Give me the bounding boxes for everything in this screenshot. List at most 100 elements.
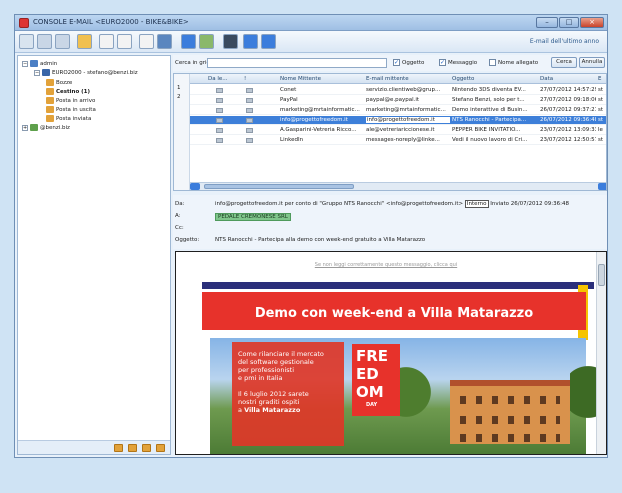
promo-line: Il 6 luglio 2012 sarete (238, 390, 309, 398)
scroll-left-icon[interactable] (190, 183, 200, 190)
date-cell: 23/07/2012 13:09:33 (540, 127, 596, 133)
folder-add-icon[interactable] (114, 444, 123, 452)
to-recipient[interactable]: PEDALE CREMONESE SRL (215, 213, 291, 221)
column-header[interactable]: Da le... (208, 76, 228, 82)
folder-delete-icon[interactable] (156, 444, 165, 452)
filter-checkbox[interactable]: ✓ Oggetto (393, 59, 424, 66)
column-header[interactable]: Nome Mittente (280, 76, 321, 82)
checked-icon[interactable]: ✓ (393, 59, 400, 66)
horizontal-scrollbar[interactable] (190, 182, 606, 190)
search-button[interactable]: Cerca (551, 57, 577, 68)
subject-cell: Nintendo 3DS diventa EV... (452, 87, 526, 93)
monitor-icon[interactable] (223, 34, 238, 49)
row-gutter: 1 2 (174, 74, 190, 190)
close-button[interactable]: × (580, 17, 604, 28)
tree-item[interactable]: Posta in uscita (46, 106, 96, 115)
new-mail-icon[interactable] (19, 34, 34, 49)
tree-item[interactable]: Posta inviata (46, 115, 91, 124)
view-online-link[interactable]: Se non leggi correttamente questo messag… (176, 262, 596, 268)
freedom-logo-text: FRE (356, 347, 389, 365)
priority-icon (246, 88, 253, 93)
column-header[interactable]: E (598, 76, 601, 82)
account-icon (42, 69, 50, 76)
banner-title: Demo con week-end a Villa Matarazzo (254, 306, 534, 321)
extra-cell: st (598, 117, 604, 123)
message-row[interactable]: Conet servizio.clientiweb@grup... Nintendo… (190, 86, 606, 95)
read-status-icon (216, 98, 223, 103)
date-cell: 26/07/2012 09:37:21 (540, 107, 596, 113)
expander-icon[interactable]: − (34, 69, 40, 76)
exit-icon[interactable] (261, 34, 276, 49)
interno-badge: Interno (464, 200, 489, 208)
folder-icon[interactable] (77, 34, 92, 49)
column-header[interactable]: Oggetto (452, 76, 474, 82)
tree-item[interactable]: Cestino (1) (46, 88, 90, 97)
calendar-icon[interactable] (181, 34, 196, 49)
filter-checkbox[interactable]: ✓ Messaggio (439, 59, 477, 66)
sent-folder-icon (46, 115, 54, 122)
read-status-icon (216, 128, 223, 133)
title-bar[interactable]: CONSOLE E-MAIL <EURO2000 - BIKE&BIKE> – … (15, 15, 607, 31)
unchecked-icon[interactable] (489, 59, 496, 66)
message-row[interactable]: info@progettofreedom.it info@progettofree… (190, 116, 606, 125)
column-header[interactable]: Data (540, 76, 553, 82)
message-row[interactable]: PayPal paypal@e.paypal.it Stefano Benzi, s… (190, 96, 606, 105)
tree-item[interactable]: − EURO2000 - stefano@benzi.biz (34, 69, 138, 78)
print-icon[interactable] (139, 34, 154, 49)
tree-item-label: admin (40, 61, 58, 67)
priority-icon (246, 98, 253, 103)
maximize-button[interactable]: □ (559, 17, 579, 28)
attach-icon[interactable] (157, 34, 172, 49)
tree-item[interactable]: Posta in arrivo (46, 97, 95, 106)
reply-icon[interactable] (37, 34, 52, 49)
scroll-thumb[interactable] (598, 264, 605, 286)
expander-icon[interactable]: − (22, 60, 28, 67)
scroll-thumb[interactable] (204, 184, 354, 189)
expander-icon[interactable]: + (22, 124, 28, 131)
cancel-button[interactable]: Annulla (579, 57, 605, 68)
minimize-button[interactable]: – (536, 17, 558, 28)
search-input[interactable] (207, 58, 387, 68)
extra-cell: st (598, 87, 604, 93)
subject-cell: NTS Ranocchi - Partecipa... (452, 117, 527, 123)
read-status-icon (216, 138, 223, 143)
sender-cell: LinkedIn (280, 137, 304, 143)
trash-folder-icon (46, 88, 54, 95)
read-status-icon (216, 108, 223, 113)
to-label: A: (175, 213, 181, 219)
tree-item[interactable]: Bozze (46, 79, 72, 88)
outbox-folder-icon (46, 106, 54, 113)
date-cell: 26/07/2012 09:36:48 (540, 117, 596, 123)
subject-value: NTS Ranocchi - Partecipa alla demo con w… (215, 237, 426, 243)
column-header[interactable]: E-mail mittente (366, 76, 409, 82)
send-receive-icon[interactable] (99, 34, 114, 49)
windows-graphic (460, 416, 560, 424)
tree-item[interactable]: − admin (22, 60, 57, 69)
app-icon (19, 18, 29, 28)
inbox-folder-icon (46, 97, 54, 104)
date-range-label[interactable]: E-mail dell'ultimo anno (530, 38, 599, 45)
forward-icon[interactable] (55, 34, 70, 49)
column-header[interactable]: ! (244, 76, 246, 82)
filter-label: Nome allegato (498, 60, 539, 66)
freedom-logo-day: DAY (366, 402, 378, 408)
message-row[interactable]: marketing@mrtainformatic... marketing@mrt… (190, 106, 606, 115)
message-row[interactable]: LinkedIn messages-noreply@linke... Vedi il… (190, 136, 606, 145)
checked-icon[interactable]: ✓ (439, 59, 446, 66)
filter-icon[interactable] (199, 34, 214, 49)
folder-tree-pane: − admin − EURO2000 - stefano@benzi.biz Bozze… (17, 55, 171, 455)
folder-edit-icon[interactable] (128, 444, 137, 452)
folder-move-icon[interactable] (142, 444, 151, 452)
body-vertical-scrollbar[interactable] (596, 252, 606, 454)
scroll-right-icon[interactable] (598, 183, 606, 190)
message-row[interactable]: A.Gasparini-Vetreria Ricco... ale@vetreri… (190, 126, 606, 135)
priority-icon (246, 138, 253, 143)
filter-checkbox[interactable]: Nome allegato (489, 59, 538, 66)
email-cell: marketing@mrtainformatic... (366, 107, 446, 113)
globe-icon[interactable] (243, 34, 258, 49)
sync-icon[interactable] (117, 34, 132, 49)
sender-cell: marketing@mrtainformatic... (280, 107, 360, 113)
tree-item[interactable]: + @benzi.biz (22, 124, 70, 133)
freedom-day-logo: FRE ED OM DAY (352, 344, 400, 416)
message-headers: Da: info@progettofreedom.it per conto di… (173, 195, 607, 249)
